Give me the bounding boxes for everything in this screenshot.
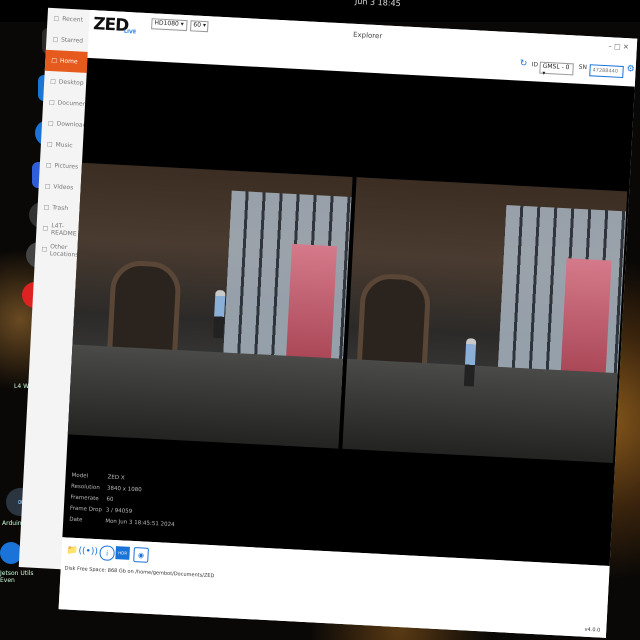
camera-icon[interactable]: ◉: [133, 547, 149, 563]
info-value: 60: [106, 496, 114, 503]
files-item[interactable]: □ Recent: [47, 8, 94, 31]
hdr-icon[interactable]: HDR: [115, 546, 130, 560]
clock-icon: □: [53, 15, 60, 23]
rotated-stage: □ Recent □ Starred □ Home □ Desktop □ Documents □ D…: [18, 7, 640, 638]
right-camera-feed: [342, 177, 628, 463]
files-item-label: Recent: [61, 15, 84, 24]
files-item-label: Home: [59, 57, 78, 66]
files-item[interactable]: □ Home: [44, 49, 92, 74]
camera-select-value: GMSL - 0: [542, 62, 570, 72]
floor: [342, 358, 618, 463]
files-item[interactable]: □ Videos: [38, 176, 85, 199]
left-camera-feed: [67, 162, 353, 449]
files-item-label: Desktop: [58, 78, 84, 87]
image-icon: □: [45, 161, 52, 170]
trash-icon: □: [43, 203, 50, 212]
star-icon: □: [52, 36, 59, 44]
window-title: Explorer: [352, 30, 383, 41]
info-icon[interactable]: i: [99, 545, 115, 562]
files-item-label: Music: [55, 141, 73, 150]
zed-logo-sub: LIVE: [123, 28, 137, 36]
files-item-label: Pictures: [54, 162, 79, 171]
video-icon: □: [44, 182, 51, 191]
files-item[interactable]: □ Documents: [43, 92, 92, 115]
settings-icon[interactable]: ⚙: [626, 64, 635, 76]
home-icon: □: [51, 57, 58, 65]
info-value: Mon Jun 3 18:45:51 2024: [105, 518, 175, 529]
info-value: 3 / 94059: [105, 507, 133, 515]
files-item-label: Starred: [60, 36, 84, 45]
files-item[interactable]: □ Downloads: [41, 113, 90, 136]
files-item[interactable]: □ Pictures: [39, 155, 86, 178]
camera-info-panel: Model ZED X Resolution 3840 x 1080 Framerate…: [69, 471, 177, 531]
folder-icon: □: [48, 98, 55, 107]
video-viewport[interactable]: Model ZED X Resolution 3840 x 1080 Framerate…: [62, 57, 635, 566]
wifi-signal-icon[interactable]: ((•)): [78, 544, 98, 558]
window-controls[interactable]: – □ ✕: [608, 42, 629, 51]
files-item[interactable]: □ Other Locations: [35, 238, 82, 261]
clock[interactable]: Jun 3 18:45: [355, 0, 401, 8]
plus-icon: □: [41, 245, 48, 254]
camera-select[interactable]: GMSL - 0 ▾: [539, 61, 574, 77]
info-value: ZED X: [107, 474, 125, 482]
files-item[interactable]: □ Trash: [37, 197, 84, 220]
drive-icon: □: [42, 224, 49, 233]
info-value: 3840 x 1080: [106, 485, 142, 494]
files-item-label: Videos: [53, 183, 74, 192]
sn-label: SN: [578, 63, 588, 72]
disk-free-space: Disk Free Space: 868 Gb on /home/gembot/…: [64, 565, 215, 580]
files-item[interactable]: □ Starred: [46, 29, 93, 52]
folder-icon: □: [50, 78, 57, 86]
files-item[interactable]: □ L4T-README: [36, 218, 83, 241]
serial-number-input[interactable]: [589, 64, 624, 78]
music-icon: □: [46, 140, 53, 149]
floor: [67, 344, 344, 449]
files-item[interactable]: □ Music: [40, 134, 87, 157]
info-label: Date: [69, 516, 83, 524]
zed-explorer-window: ZED LIVE HD1080 ▾ 60 ▾ Explorer – □ ✕ ↻ …: [58, 10, 638, 638]
download-icon: □: [47, 119, 54, 128]
fps-value: 60: [193, 21, 202, 29]
files-item[interactable]: □ Desktop: [44, 71, 91, 94]
desktop-label-jetson[interactable]: Jetson Utils Even: [0, 570, 34, 584]
refresh-icon[interactable]: ↻: [519, 59, 528, 71]
folder-icon[interactable]: 📁: [65, 543, 79, 557]
resolution-select[interactable]: HD1080 ▾: [151, 18, 188, 32]
camera-id-label: ID: [531, 61, 539, 69]
files-item-label: Trash: [52, 204, 69, 213]
fps-select[interactable]: 60 ▾: [190, 20, 209, 33]
resolution-value: HD1080: [154, 19, 179, 28]
version-label: v4.0.0: [584, 626, 601, 634]
